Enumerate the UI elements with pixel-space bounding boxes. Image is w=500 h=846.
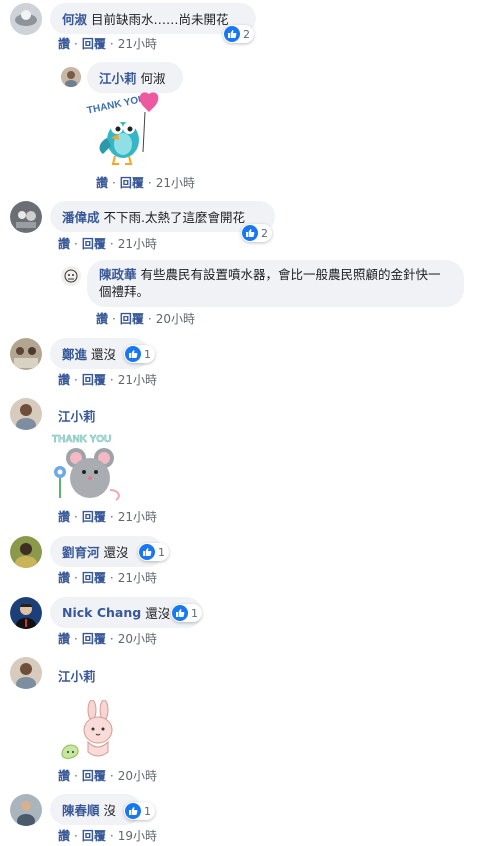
reaction-count[interactable]: 1	[124, 345, 155, 363]
avatar[interactable]	[61, 266, 81, 286]
timestamp[interactable]: 20小時	[118, 632, 157, 646]
commenter-name[interactable]: 劉育河	[62, 542, 100, 561]
commenter-name[interactable]: 江小莉	[99, 68, 137, 87]
like-icon	[125, 803, 141, 819]
reply-button[interactable]: 回覆	[82, 373, 106, 387]
like-count: 1	[144, 804, 151, 818]
like-icon	[139, 544, 155, 560]
comment-actions: 讚 · 回覆 · 21小時	[58, 373, 157, 387]
like-icon	[224, 26, 240, 42]
comment-actions: 讚 · 回覆 · 20小時	[58, 769, 157, 783]
like-button[interactable]: 讚	[58, 237, 70, 251]
comment-text: 還沒	[91, 347, 117, 362]
avatar[interactable]	[10, 794, 42, 826]
comment-text: 沒	[103, 803, 117, 818]
timestamp[interactable]: 20小時	[118, 769, 157, 783]
commenter-name[interactable]: 潘偉成	[62, 207, 100, 226]
reaction-count[interactable]: 1	[138, 543, 169, 561]
avatar[interactable]	[10, 338, 42, 370]
like-icon	[172, 605, 188, 621]
like-count: 2	[261, 226, 268, 240]
commenter-name[interactable]: 江小莉	[58, 406, 96, 425]
comment-actions: 讚 · 回覆 · 20小時	[96, 312, 195, 326]
comment-text: 還沒	[145, 606, 171, 621]
commenter-name[interactable]: 陳政華	[99, 267, 137, 282]
like-count: 1	[144, 347, 151, 361]
timestamp[interactable]: 21小時	[118, 37, 157, 51]
like-icon	[242, 225, 258, 241]
timestamp[interactable]: 21小時	[118, 237, 157, 251]
bunny-sticker	[61, 700, 113, 759]
commenter-name[interactable]: 鄭進	[62, 344, 87, 363]
like-icon	[125, 346, 141, 362]
like-button[interactable]: 讚	[58, 37, 70, 51]
timestamp[interactable]: 20小時	[156, 312, 195, 326]
like-count: 2	[243, 27, 250, 41]
reply-button[interactable]: 回覆	[82, 829, 106, 843]
comment-actions: 讚 · 回覆 · 21小時	[58, 571, 157, 585]
thank-you-mouse-sticker: THANK YOU	[52, 434, 120, 501]
timestamp[interactable]: 21小時	[118, 571, 157, 585]
timestamp[interactable]: 21小時	[156, 176, 195, 190]
like-button[interactable]: 讚	[58, 829, 70, 843]
reply-button[interactable]: 回覆	[120, 176, 144, 190]
comment-text: 目前缺雨水……尚未開花	[91, 12, 229, 27]
svg-text:THANK YOU: THANK YOU	[52, 434, 111, 445]
commenter-name[interactable]: 陳春順	[62, 800, 100, 819]
comment-bubble: 江小莉 何淑	[87, 62, 183, 93]
avatar[interactable]	[10, 398, 42, 430]
reaction-count[interactable]: 1	[171, 604, 202, 622]
comment-actions: 讚 · 回覆 · 21小時	[58, 37, 157, 51]
timestamp[interactable]: 21小時	[118, 510, 157, 524]
reaction-count[interactable]: 2	[223, 25, 254, 43]
thank-you-bird-sticker: THANK YOU!	[86, 92, 159, 165]
like-button[interactable]: 讚	[58, 769, 70, 783]
like-button[interactable]: 讚	[96, 312, 108, 326]
avatar[interactable]	[10, 597, 42, 629]
timestamp[interactable]: 19小時	[118, 829, 157, 843]
reaction-count[interactable]: 1	[124, 802, 155, 820]
avatar[interactable]	[10, 536, 42, 568]
comment-text: 還沒	[103, 545, 129, 560]
like-button[interactable]: 讚	[58, 510, 70, 524]
reply-button[interactable]: 回覆	[82, 769, 106, 783]
commenter-name[interactable]: Nick Chang	[62, 605, 141, 620]
reply-button[interactable]: 回覆	[82, 37, 106, 51]
avatar[interactable]	[61, 67, 81, 87]
comment-text: 不下雨.太熱了這麼會開花	[103, 210, 245, 225]
commenter-name[interactable]: 何淑	[62, 9, 87, 28]
timestamp[interactable]: 21小時	[118, 373, 157, 387]
comment-actions: 讚 · 回覆 · 21小時	[96, 176, 195, 190]
like-button[interactable]: 讚	[96, 176, 108, 190]
reply-button[interactable]: 回覆	[82, 632, 106, 646]
reply-button[interactable]: 回覆	[82, 237, 106, 251]
reply-button[interactable]: 回覆	[120, 312, 144, 326]
like-count: 1	[158, 545, 165, 559]
comment-text: 有些農民有設置噴水器，會比一般農民照顧的金針快一個禮拜。	[99, 267, 441, 299]
comment-bubble: 潘偉成 不下雨.太熱了這麼會開花	[50, 201, 275, 232]
comment-actions: 讚 · 回覆 · 20小時	[58, 632, 157, 646]
like-button[interactable]: 讚	[58, 632, 70, 646]
avatar[interactable]	[10, 201, 42, 233]
avatar[interactable]	[10, 3, 42, 35]
reply-button[interactable]: 回覆	[82, 510, 106, 524]
comment-bubble: 陳政華 有些農民有設置噴水器，會比一般農民照顧的金針快一個禮拜。	[87, 260, 464, 307]
commenter-name[interactable]: 江小莉	[58, 666, 96, 685]
comment-actions: 讚 · 回覆 · 21小時	[58, 510, 157, 524]
like-count: 1	[191, 606, 198, 620]
reaction-count[interactable]: 2	[241, 224, 272, 242]
comment-actions: 讚 · 回覆 · 19小時	[58, 829, 157, 843]
reply-button[interactable]: 回覆	[82, 571, 106, 585]
like-button[interactable]: 讚	[58, 373, 70, 387]
mention-tag[interactable]: 何淑	[141, 68, 166, 87]
like-button[interactable]: 讚	[58, 571, 70, 585]
comment-actions: 讚 · 回覆 · 21小時	[58, 237, 157, 251]
avatar[interactable]	[10, 657, 42, 689]
